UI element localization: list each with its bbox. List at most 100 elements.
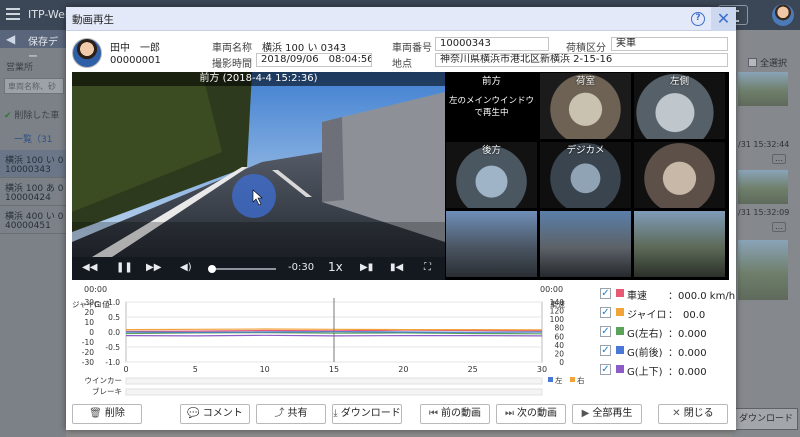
gyro-tick-label: -10 (82, 338, 94, 347)
list-item-code: 10000343 (5, 165, 51, 175)
check-icon: ✔ (4, 111, 12, 121)
legend-name: G(前後) (627, 348, 663, 359)
gyro-tick-label: 30 (84, 298, 94, 307)
help-icon[interactable]: ? (691, 12, 705, 26)
camera-label: 荷室 (575, 76, 595, 87)
breadcrumb: ◀ 保存デー (0, 30, 66, 63)
comment-button[interactable]: 💬 コメント (180, 404, 250, 424)
close-icon[interactable]: ✕ (711, 7, 736, 31)
legend-name: G(左右) (627, 329, 663, 340)
prev-frame-icon[interactable]: ▮◀ (390, 262, 403, 273)
legend-swatch (616, 365, 624, 373)
hamburger-menu-icon[interactable] (6, 8, 20, 20)
video-caption: 前方 (2018-4-4 15:2:36) (72, 72, 445, 86)
camera-cell[interactable] (539, 210, 632, 278)
more-button[interactable]: … (772, 154, 786, 164)
cargo-value: 実車 (611, 37, 728, 51)
blinker-label: ウインカー (85, 376, 123, 385)
driver-name: 田中 一郎 (110, 43, 160, 54)
more-button[interactable]: … (772, 222, 786, 232)
blinker-track (125, 377, 543, 385)
legend-swatch (616, 289, 624, 297)
shot-time-value: 2018/09/06 08:04:56 (256, 53, 372, 67)
camera-cell-digicam[interactable]: デジカメ (539, 141, 632, 209)
legend-checkbox[interactable]: ✓ (600, 364, 611, 375)
seek-handle[interactable] (207, 265, 216, 273)
user-avatar[interactable] (772, 4, 794, 26)
gyro-tick-label: 10 (84, 318, 94, 327)
blinker-legend-swatch (570, 377, 575, 382)
volume-icon[interactable]: ◀) (180, 262, 192, 273)
seek-bar[interactable] (207, 265, 276, 273)
driver-avatar (72, 38, 102, 68)
legend-item[interactable]: ✓ G(左右) ：0.000 (600, 324, 730, 340)
prev-video-button[interactable]: ⏮ 前の動画 (420, 404, 490, 424)
g-tick-label: 1.0 (108, 298, 120, 307)
video-thumbnail[interactable] (738, 72, 788, 106)
legend-value: ：0.000 (668, 329, 707, 340)
legend-item[interactable]: ✓ G(前後) ：0.000 (600, 343, 730, 359)
video-controls: ◀◀ ❚❚ ▶▶ ◀) -0:30 1x ▶▮ ▮◀ ⛶ (72, 257, 445, 280)
legend-value: ： 00.0 (668, 310, 706, 321)
pause-icon[interactable]: ❚❚ (116, 262, 133, 273)
close-button[interactable]: ✕ 閉じる (658, 404, 728, 424)
download-button[interactable]: ⤓ ダウンロード (332, 404, 402, 424)
x-tick-label: 30 (537, 365, 547, 374)
camera-cell[interactable] (445, 210, 538, 278)
dialog-header: 動画再生 ? ✕ (66, 7, 736, 31)
video-timestamp: /31 15:32:09 (738, 208, 790, 217)
main-video-player[interactable]: 前方 (2018-4-4 15:2:36) ◀◀ ❚❚ ▶▶ ◀) -0:30 … (72, 72, 445, 280)
legend-checkbox[interactable]: ✓ (600, 345, 611, 356)
x-tick-label: 0 (123, 365, 128, 374)
next-video-button[interactable]: ⏭ 次の動画 (496, 404, 566, 424)
legend-item[interactable]: ✓ ジャイロ ： 00.0 (600, 305, 730, 321)
camera-cell-front[interactable]: 前方 左のメインウインドウで再生中 (445, 72, 538, 140)
video-thumbnail[interactable] (738, 240, 788, 300)
list-item[interactable]: 横浜 100 い 0 10000343 (0, 150, 66, 178)
list-item[interactable]: 横浜 100 あ 0 10000424 (0, 178, 66, 206)
legend-checkbox[interactable]: ✓ (600, 288, 611, 299)
select-all-checkbox[interactable] (748, 58, 757, 67)
gyro-tick-label: -20 (82, 348, 94, 357)
download-button-label: ダウンロード (340, 408, 401, 419)
share-button[interactable]: ⤴ 共有 (256, 404, 326, 424)
vehicle-name-value: 横浜 100 い 0343 (262, 43, 347, 54)
legend-checkbox[interactable]: ✓ (600, 326, 611, 337)
vehicle-number-value: 10000343 (435, 37, 549, 51)
camera-cell-cargo[interactable]: 荷室 (539, 72, 632, 140)
play-all-icon: ▶ (581, 408, 590, 419)
background-download-button[interactable]: ダウンロード (734, 408, 798, 430)
chart-time-end: 00:00 (540, 285, 563, 294)
search-placeholder: 車両名称、砂 (8, 82, 56, 91)
list-header: 一覧（31 (14, 135, 53, 145)
skip-back-icon[interactable]: ◀◀ (82, 262, 97, 273)
vehicle-search-input[interactable]: 車両名称、砂 (4, 78, 64, 94)
legend-name: G(上下) (627, 367, 663, 378)
list-item[interactable]: 横浜 400 い 0 40000451 (0, 206, 66, 234)
delete-button[interactable]: 🗑 削除 (72, 404, 142, 424)
skip-forward-icon[interactable]: ▶▶ (146, 262, 161, 273)
camera-cell[interactable] (633, 210, 726, 278)
camera-label: 後方 (481, 145, 501, 156)
legend-checkbox[interactable]: ✓ (600, 307, 611, 318)
fullscreen-icon[interactable]: ⛶ (424, 262, 431, 273)
camera-label: 左側 (669, 76, 689, 87)
legend-item[interactable]: ✓ 車速 ：000.0 km/h (600, 286, 735, 302)
vehicle-number-label: 車両番号 (392, 43, 432, 54)
video-thumbnail[interactable] (738, 170, 788, 204)
playback-speed[interactable]: 1x (328, 260, 343, 274)
close-button-label: 閉じる (683, 408, 714, 419)
breadcrumb-label: 保存デー (28, 37, 58, 63)
camera-cell-left[interactable]: 左側 (633, 72, 726, 140)
play-all-button[interactable]: ▶ 全部再生 (572, 404, 642, 424)
next-frame-icon[interactable]: ▶▮ (360, 262, 373, 273)
camera-cell-rear[interactable]: 後方 (445, 141, 538, 209)
location-value: 神奈川県横浜市港北区新横浜 2-15-16 (435, 53, 728, 67)
legend-item[interactable]: ✓ G(上下) ：0.000 (600, 362, 730, 378)
location-label: 地点 (392, 59, 412, 70)
delete-button-label: 削除 (104, 408, 125, 419)
camera-cell[interactable] (633, 141, 726, 209)
legend-swatch (616, 308, 624, 316)
deleted-toggle[interactable]: ✔ 削除した車 (4, 108, 59, 121)
back-arrow-icon[interactable]: ◀ (6, 32, 15, 46)
